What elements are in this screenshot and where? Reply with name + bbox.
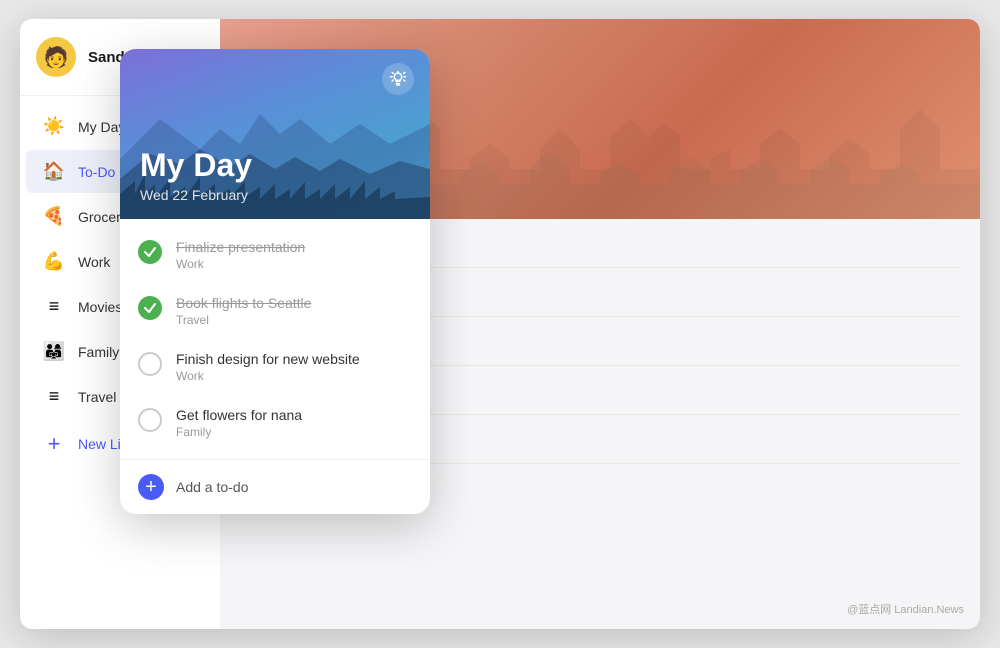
task-content-2: Book flights to Seattle Travel (176, 295, 311, 327)
lightbulb-button[interactable] (382, 63, 414, 95)
card-task-item-3[interactable]: Finish design for new website Work (120, 339, 430, 395)
check-done-1 (138, 240, 162, 264)
check-empty-4 (138, 408, 162, 432)
check-empty-3 (138, 352, 162, 376)
task-content-1: Finalize presentation Work (176, 239, 305, 271)
task-content-3: Finish design for new website Work (176, 351, 360, 383)
card-tasks: Finalize presentation Work Book flights … (120, 219, 430, 459)
home-icon: 🏠 (42, 161, 66, 182)
task-tag-2: Travel (176, 313, 311, 327)
check-done-2 (138, 296, 162, 320)
task-tag-1: Work (176, 257, 305, 271)
card-header: My Day Wed 22 February (120, 49, 430, 219)
avatar: 🧑 (36, 37, 76, 77)
list2-icon: ≡ (42, 386, 66, 407)
card-footer-add[interactable]: + Add a to-do (120, 459, 430, 514)
watermark: @蓝点网 Landian.News (847, 601, 964, 617)
task-name-1: Finalize presentation (176, 239, 305, 255)
lightbulb-icon (389, 70, 407, 88)
task-name-2: Book flights to Seattle (176, 295, 311, 311)
list-icon: ≡ (42, 296, 66, 317)
task-name-3: Finish design for new website (176, 351, 360, 367)
card-task-item-4[interactable]: Get flowers for nana Family (120, 395, 430, 451)
add-todo-icon: + (138, 474, 164, 500)
sidebar-label-travel: Travel (78, 389, 116, 405)
family-icon: 👨‍👩‍👧 (42, 341, 66, 362)
task-name-4: Get flowers for nana (176, 407, 302, 423)
card-task-item-2[interactable]: Book flights to Seattle Travel (120, 283, 430, 339)
app-container: 🧑 Sandra Smith ☀️ My Day 🏠 To-Do 🍕 Groce… (20, 19, 980, 629)
card-subtitle: Wed 22 February (140, 187, 252, 203)
add-todo-label: Add a to-do (176, 479, 248, 495)
task-tag-4: Family (176, 425, 302, 439)
card-task-item-1[interactable]: Finalize presentation Work (120, 227, 430, 283)
sun-icon: ☀️ (42, 116, 66, 137)
card-title: My Day (140, 148, 252, 183)
muscle-icon: 💪 (42, 251, 66, 272)
sidebar-label-work: Work (78, 254, 110, 270)
task-content-4: Get flowers for nana Family (176, 407, 302, 439)
card-header-content: My Day Wed 22 February (140, 148, 252, 203)
sidebar-label-family: Family (78, 344, 119, 360)
sidebar-label-to-do: To-Do (78, 164, 115, 180)
plus-icon: + (42, 431, 66, 457)
sidebar-label-my-day: My Day (78, 119, 125, 135)
pizza-icon: 🍕 (42, 206, 66, 227)
myday-card: My Day Wed 22 February (120, 49, 430, 514)
task-tag-3: Work (176, 369, 360, 383)
